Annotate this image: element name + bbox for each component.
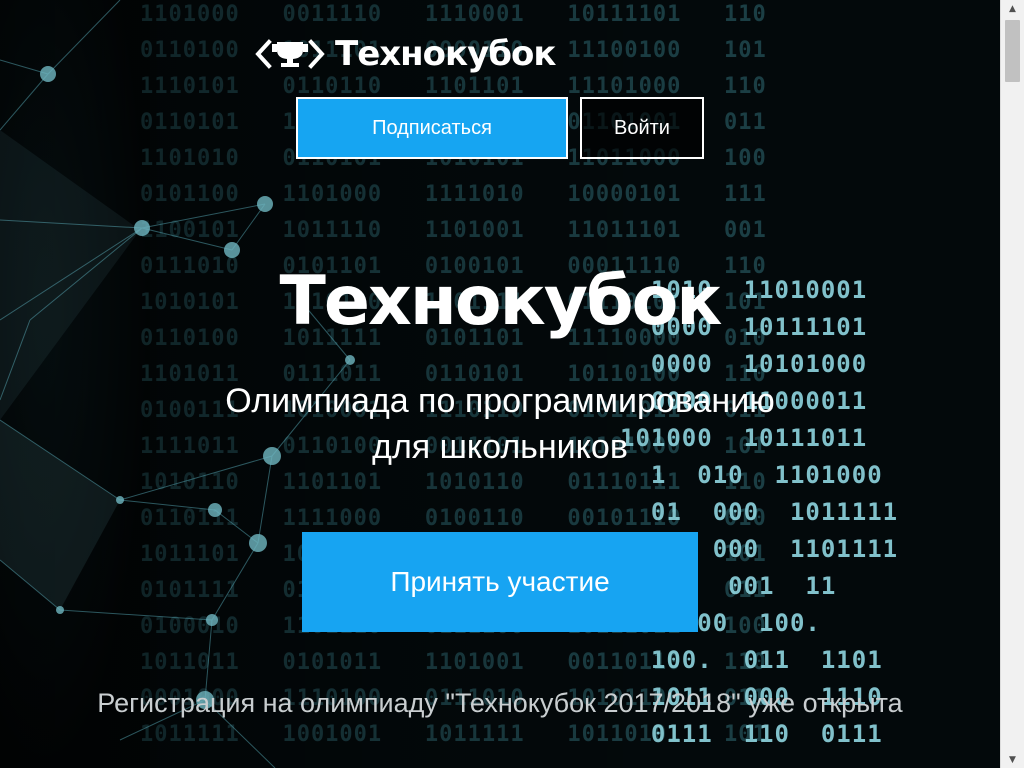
registration-notice: Регистрация на олимпиаду "Технокубок 201… (97, 688, 903, 718)
code-cup-icon (255, 39, 325, 69)
matrix-bright-row: 01 000 1011111 (620, 498, 899, 526)
hero-subtitle: Олимпиада по программированию для школьн… (0, 378, 1000, 470)
matrix-row: 0101100 1101000 1111010 10000101 111 (140, 182, 767, 207)
matrix-bright-row: 100. 011 1101 (620, 646, 883, 674)
landing-page: 1101000 0011110 1110001 10111101 110 0110… (0, 0, 1024, 768)
scroll-up-arrow-icon[interactable]: ▲ (1001, 0, 1024, 17)
matrix-row: 1110101 0110110 1101101 11101000 110 (140, 74, 767, 99)
matrix-row: 1100101 1011110 1101001 11011101 001 (140, 218, 767, 243)
logo-text: Технокубок (335, 34, 556, 74)
matrix-bright-row: 0000 10101000 (620, 350, 868, 378)
matrix-row: 1101000 0011110 1110001 10111101 110 (140, 2, 767, 27)
login-button[interactable]: Войти (580, 97, 704, 159)
hero-subtitle-line2: для школьников (372, 428, 628, 466)
hero-subtitle-line1: Олимпиада по программированию (225, 382, 775, 420)
subscribe-button[interactable]: Подписаться (296, 97, 568, 159)
scroll-down-arrow-icon[interactable]: ▼ (1001, 751, 1024, 768)
matrix-bright-row: 0111 110 0111 (620, 720, 883, 748)
participate-button[interactable]: Принять участие (302, 532, 698, 632)
vertical-scrollbar[interactable]: ▲ ▼ (1000, 0, 1024, 768)
scrollbar-thumb[interactable] (1005, 20, 1020, 82)
hero-title: Технокубок (279, 262, 723, 341)
site-logo[interactable]: Технокубок (255, 32, 556, 76)
